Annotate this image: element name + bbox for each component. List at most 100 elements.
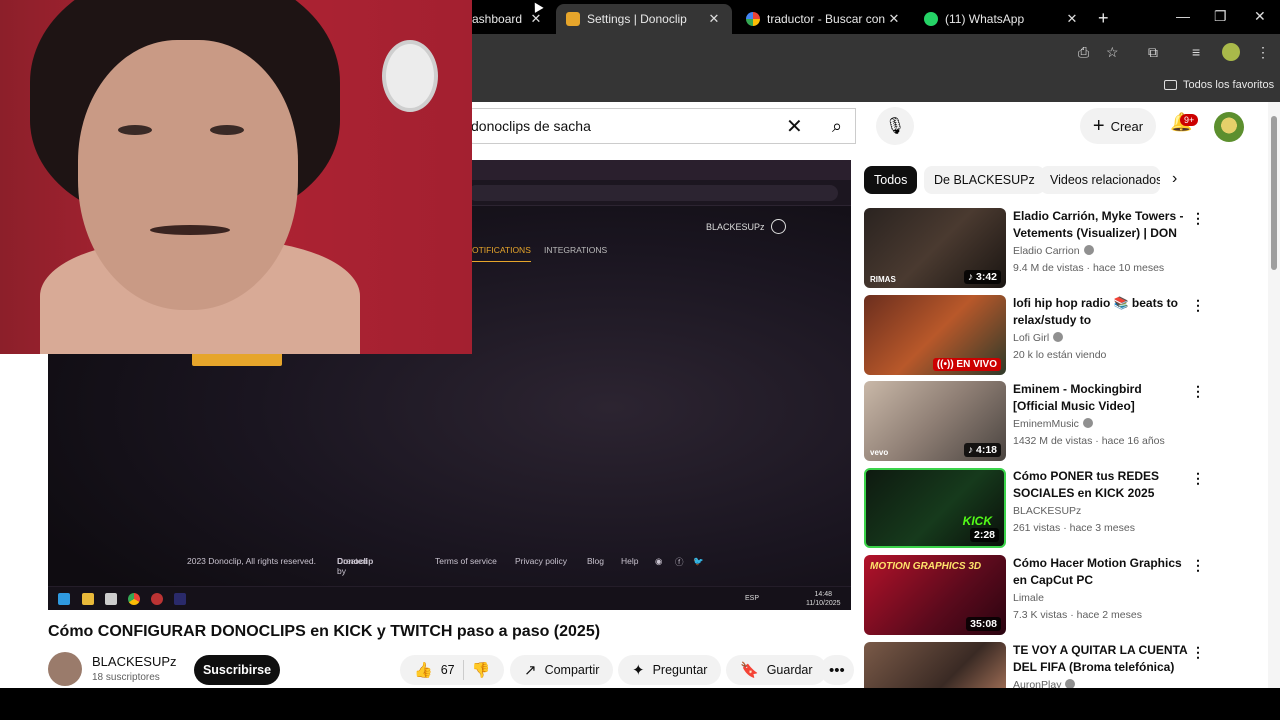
recommendation-channel[interactable]: Lofi Girl (1013, 332, 1064, 344)
more-vertical-icon[interactable]: ⋮ (1191, 383, 1205, 400)
more-actions-button[interactable]: ••• (820, 655, 854, 685)
chip-from-channel[interactable]: De BLACKESUPz (924, 166, 1045, 194)
page-scrollbar[interactable] (1268, 102, 1280, 688)
screen: ashboard ✕ Settings | Donoclip ✕ traduct… (0, 0, 1280, 720)
media-control-icon[interactable]: ≡ (1192, 44, 1200, 60)
created-by-prefix: Created by (337, 556, 368, 576)
recommendation-item[interactable]: ((•)) EN VIVO lofi hip hop radio 📚 beats… (864, 295, 1206, 375)
like-count[interactable]: 67 (441, 663, 455, 677)
share-label: Compartir (544, 663, 600, 677)
thumbnail-brand: MOTION GRAPHICS 3D (870, 561, 982, 572)
recommendation-item[interactable]: KICK 2:28 Cómo PONER tus REDES SOCIALES … (864, 468, 1206, 548)
more-vertical-icon[interactable]: ⋮ (1191, 644, 1205, 661)
bookmark-star-icon[interactable]: ☆ (1106, 44, 1119, 61)
recommendation-channel[interactable]: Eladio Carrion (1013, 245, 1094, 257)
extensions-icon[interactable]: ⧉ (1148, 44, 1158, 61)
more-vertical-icon[interactable]: ⋮ (1191, 210, 1205, 227)
footer-help: Help (621, 556, 639, 566)
save-button[interactable]: 🔖 Guardar (726, 655, 827, 685)
channel-avatar[interactable] (48, 652, 82, 686)
recommendation-item[interactable]: vevo ♪ 4:18 Eminem - Mockingbird [Offici… (864, 381, 1206, 461)
google-favicon-icon (746, 12, 760, 26)
wall-badge (382, 40, 438, 112)
notification-badge: 9+ (1180, 114, 1199, 126)
create-button[interactable]: + Crear (1080, 108, 1156, 144)
close-icon[interactable]: ✕ (886, 11, 902, 27)
more-horizontal-icon: ••• (829, 661, 845, 679)
ask-button[interactable]: ✦ Preguntar (618, 655, 722, 685)
duration-badge: 35:08 (966, 617, 1001, 631)
webcam-overlay (0, 0, 472, 354)
video-title: Cómo CONFIGURAR DONOCLIPS en KICK y TWIT… (48, 623, 601, 640)
tab-label: (11) WhatsApp (945, 12, 1025, 26)
browser-menu-icon[interactable]: ⋮ (1256, 44, 1270, 61)
more-vertical-icon[interactable]: ⋮ (1191, 557, 1205, 574)
search-button[interactable]: ⌕ (812, 108, 862, 144)
tab-traductor[interactable]: traductor - Buscar con Google ✕ (736, 4, 912, 34)
install-app-icon[interactable]: ⎙ (1078, 44, 1089, 61)
browser-profile-avatar[interactable] (1222, 43, 1240, 61)
chrome-icon (128, 593, 140, 605)
tab-whatsapp[interactable]: (11) WhatsApp ✕ (914, 4, 1090, 34)
share-button[interactable]: ↗ Compartir (510, 655, 614, 685)
new-tab-icon[interactable]: + (1098, 8, 1109, 29)
recommendation-item[interactable]: MOTION GRAPHICS 3D 35:08 Cómo Hacer Moti… (864, 555, 1206, 635)
donoclip-favicon-icon (566, 12, 580, 26)
voice-search-button[interactable]: 🎙 (876, 107, 914, 145)
thumbnail-brand: KICK (962, 514, 992, 528)
recommendation-title[interactable]: Cómo PONER tus REDES SOCIALES en KICK 20… (1013, 468, 1188, 502)
clear-search-icon[interactable]: ✕ (786, 114, 803, 139)
video-thumbnail[interactable]: KICK 2:28 (864, 468, 1006, 548)
close-icon[interactable]: ✕ (1064, 11, 1080, 27)
recommendation-channel[interactable]: Limale (1013, 592, 1044, 604)
webcam-eye (118, 125, 152, 135)
premiere-icon (174, 593, 186, 605)
recommendation-item[interactable]: RIMAS ♪ 3:42 Eladio Carrión, Myke Towers… (864, 208, 1206, 288)
recommendation-title[interactable]: TE VOY A QUITAR LA CUENTA DEL FIFA (Brom… (1013, 642, 1188, 676)
webcam-mouth (150, 225, 230, 235)
recommendation-channel[interactable]: AuronPlay (1013, 679, 1076, 688)
recorded-url-bar (468, 185, 838, 201)
windows-start-icon (58, 593, 70, 605)
save-label: Guardar (766, 663, 813, 677)
recorded-user-menu: BLACKESUPz (706, 219, 786, 234)
duration-badge: ♪ 4:18 (963, 443, 1001, 457)
more-vertical-icon[interactable]: ⋮ (1191, 470, 1205, 487)
subscribe-button[interactable]: Suscribirse (194, 655, 280, 685)
video-thumbnail[interactable] (864, 642, 1006, 688)
video-thumbnail[interactable]: vevo ♪ 4:18 (864, 381, 1006, 461)
scrollbar-thumb[interactable] (1271, 116, 1277, 270)
maximize-icon[interactable]: ❐ (1214, 8, 1227, 25)
video-thumbnail[interactable]: MOTION GRAPHICS 3D 35:08 (864, 555, 1006, 635)
close-icon[interactable]: ✕ (706, 11, 722, 27)
chevron-right-icon[interactable]: › (1172, 170, 1177, 188)
user-avatar[interactable] (1214, 112, 1244, 142)
dislike-icon[interactable]: 👎 (472, 661, 491, 679)
recommendation-title[interactable]: Eminem - Mockingbird [Official Music Vid… (1013, 381, 1188, 415)
thumbnail-brand: vevo (870, 448, 889, 457)
duration-badge: 2:28 (969, 528, 999, 542)
more-vertical-icon[interactable]: ⋮ (1191, 297, 1205, 314)
video-thumbnail[interactable]: ((•)) EN VIVO (864, 295, 1006, 375)
recommendation-meta: 20 k lo están viendo (1013, 349, 1107, 361)
recommendation-title[interactable]: Cómo Hacer Motion Graphics en CapCut PC (1013, 555, 1188, 589)
window-close-icon[interactable]: ✕ (1254, 8, 1266, 25)
chip-related[interactable]: Videos relacionados (1040, 166, 1160, 194)
tab-settings-donoclip[interactable]: Settings | Donoclip ✕ (556, 4, 732, 34)
recommendation-channel[interactable]: EminemMusic (1013, 418, 1093, 430)
like-icon[interactable]: 👍 (414, 661, 433, 679)
all-bookmarks-button[interactable]: Todos los favoritos (1164, 79, 1274, 91)
recommendation-title[interactable]: lofi hip hop radio 📚 beats to relax/stud… (1013, 295, 1188, 329)
webcam-person-face (78, 40, 298, 310)
recommendation-channel[interactable]: BLACKESUPz (1013, 505, 1081, 517)
recommendation-meta: 261 vistas · hace 3 meses (1013, 522, 1135, 534)
minimize-icon[interactable]: — (1176, 8, 1190, 24)
recommendation-title[interactable]: Eladio Carrión, Myke Towers - Vetements … (1013, 208, 1188, 242)
close-icon[interactable]: ✕ (528, 11, 544, 27)
recommendation-item[interactable]: TE VOY A QUITAR LA CUENTA DEL FIFA (Brom… (864, 642, 1206, 688)
recorded-footer: 2023 Donoclip, All rights reserved. Crea… (48, 556, 851, 576)
tab-label: ashboard (472, 12, 523, 26)
video-thumbnail[interactable]: RIMAS ♪ 3:42 (864, 208, 1006, 288)
channel-name[interactable]: BLACKESUPz (92, 654, 177, 669)
chip-all[interactable]: Todos (864, 166, 918, 194)
